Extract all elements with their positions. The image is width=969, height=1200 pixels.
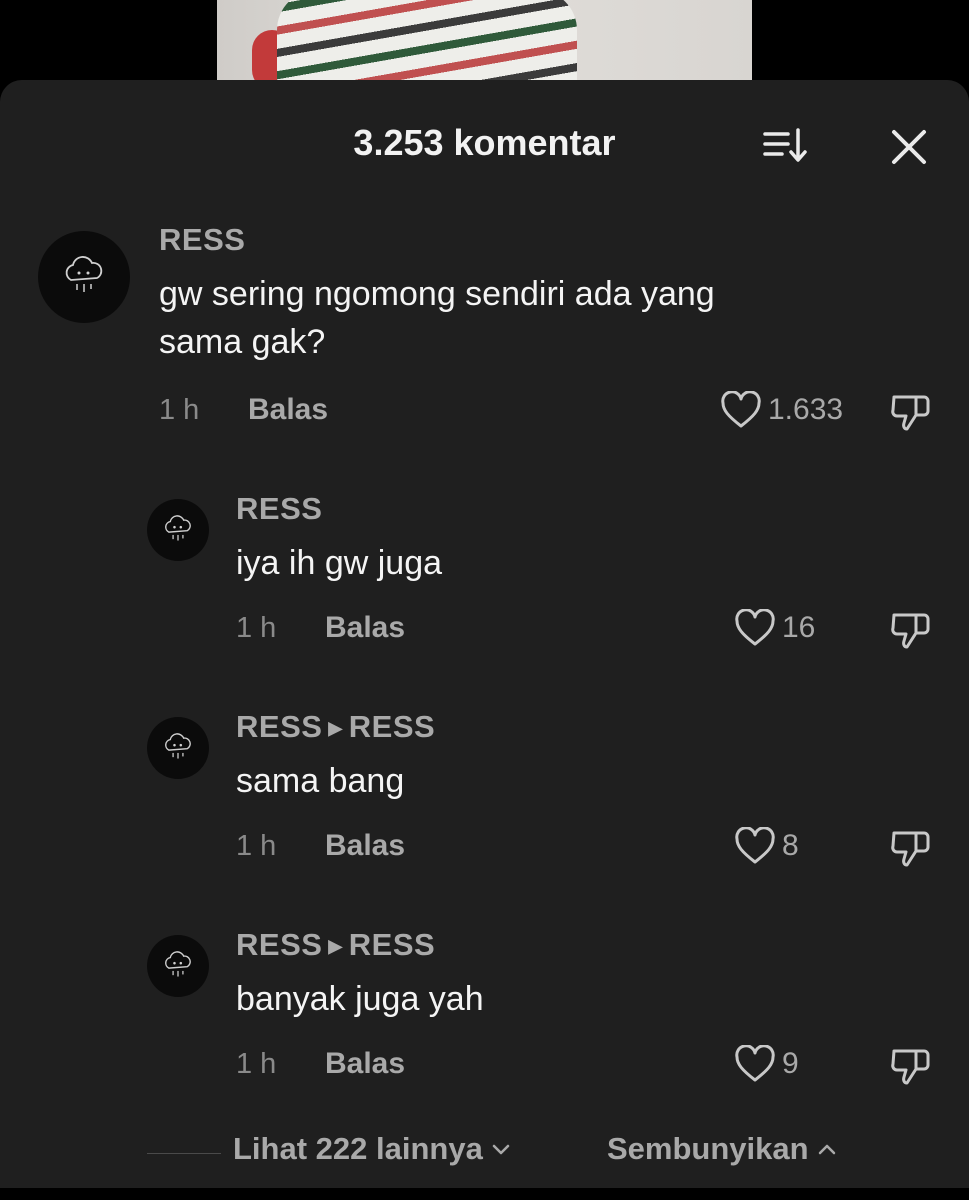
video-thumbnail[interactable] bbox=[217, 0, 752, 80]
thumbs-down-icon bbox=[891, 1049, 930, 1085]
close-button[interactable] bbox=[888, 126, 932, 170]
comment-time: 1 h bbox=[159, 394, 200, 426]
sort-button[interactable] bbox=[762, 126, 812, 166]
like-count: 9 bbox=[782, 1047, 799, 1080]
like-count: 8 bbox=[782, 829, 799, 862]
like-button[interactable]: 16 bbox=[734, 609, 815, 647]
comment-text: iya ih gw juga bbox=[236, 544, 443, 582]
reply-button[interactable]: Balas bbox=[325, 1047, 405, 1081]
close-icon bbox=[892, 130, 926, 164]
view-more-label: Lihat 222 lainnya bbox=[233, 1131, 483, 1166]
dislike-button[interactable] bbox=[888, 389, 934, 435]
reply-button[interactable]: Balas bbox=[325, 829, 405, 863]
reply-to-name[interactable]: RESS bbox=[349, 927, 435, 962]
comment-time: 1 h bbox=[236, 612, 277, 644]
divider bbox=[147, 1153, 221, 1154]
avatar[interactable] bbox=[147, 499, 209, 561]
reply-arrow-icon: ▶ bbox=[328, 718, 343, 739]
avatar[interactable] bbox=[147, 935, 209, 997]
comment-text: gw sering ngomong sendiri ada yang sama … bbox=[159, 270, 715, 366]
comment-text: sama bang bbox=[236, 762, 405, 800]
like-button[interactable]: 8 bbox=[734, 827, 799, 865]
heart-icon bbox=[735, 609, 775, 646]
comments-count-title: 3.253 komentar bbox=[353, 122, 616, 163]
comment-text-line: sama gak? bbox=[159, 323, 326, 361]
author-name[interactable]: RESS bbox=[236, 927, 322, 962]
comment-text: banyak juga yah bbox=[236, 980, 484, 1018]
cloud-avatar-icon bbox=[65, 256, 103, 292]
comment-username[interactable]: RESS bbox=[236, 491, 322, 527]
thumbs-down-icon bbox=[891, 831, 930, 867]
view-more-replies-button[interactable]: Lihat 222 lainnya bbox=[233, 1131, 511, 1167]
hide-label: Sembunyikan bbox=[607, 1131, 809, 1166]
like-button[interactable]: 9 bbox=[734, 1045, 799, 1083]
comment-time: 1 h bbox=[236, 830, 277, 862]
heart-icon bbox=[721, 391, 761, 428]
comment-username[interactable]: RESS bbox=[159, 222, 245, 258]
thumbs-down-icon bbox=[891, 395, 930, 431]
like-button[interactable]: 1.633 bbox=[720, 391, 843, 429]
dislike-button[interactable] bbox=[888, 825, 934, 871]
avatar[interactable] bbox=[38, 231, 130, 323]
thumbs-down-icon bbox=[891, 613, 930, 649]
dislike-button[interactable] bbox=[888, 1043, 934, 1089]
cloud-avatar-icon bbox=[165, 733, 191, 759]
heart-icon bbox=[735, 827, 775, 864]
sort-icon bbox=[763, 128, 807, 162]
replies-footer: Lihat 222 lainnya Sembunyikan bbox=[0, 1131, 969, 1171]
comment-time: 1 h bbox=[236, 1048, 277, 1080]
chevron-down-icon bbox=[492, 1144, 510, 1155]
avatar[interactable] bbox=[147, 717, 209, 779]
comments-header: 3.253 komentar bbox=[0, 80, 969, 210]
dislike-button[interactable] bbox=[888, 607, 934, 653]
like-count: 1.633 bbox=[768, 393, 844, 426]
cloud-avatar-icon bbox=[165, 951, 191, 977]
heart-icon bbox=[735, 1045, 775, 1082]
video-figure-shirt bbox=[277, 0, 577, 80]
reply-arrow-icon: ▶ bbox=[328, 936, 343, 957]
reply-button[interactable]: Balas bbox=[248, 393, 328, 427]
chevron-up-icon bbox=[818, 1144, 835, 1155]
comment-username[interactable]: RESS ▶ RESS bbox=[236, 927, 435, 963]
hide-replies-button[interactable]: Sembunyikan bbox=[607, 1131, 837, 1167]
author-name[interactable]: RESS bbox=[236, 709, 322, 744]
reply-to-name[interactable]: RESS bbox=[349, 709, 435, 744]
comment-username[interactable]: RESS ▶ RESS bbox=[236, 709, 435, 745]
comment-text-line: gw sering ngomong sendiri ada yang bbox=[159, 275, 715, 313]
like-count: 16 bbox=[782, 611, 816, 644]
comments-sheet: 3.253 komentar RESS gw sering ngomong se… bbox=[0, 80, 969, 1188]
cloud-avatar-icon bbox=[165, 515, 191, 541]
reply-button[interactable]: Balas bbox=[325, 611, 405, 645]
